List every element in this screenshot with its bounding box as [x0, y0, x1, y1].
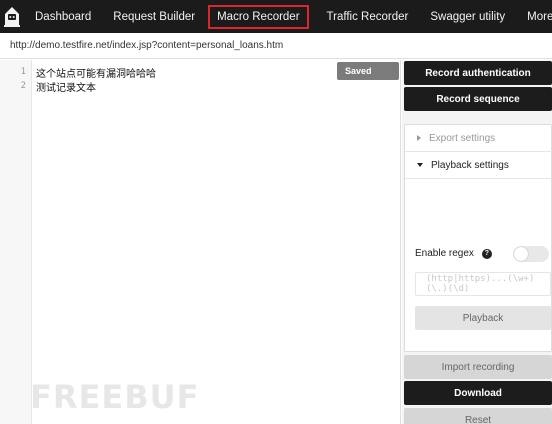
reset-button[interactable]: Reset	[404, 408, 552, 424]
top-nav: Dashboard Request Builder Macro Recorder…	[0, 0, 552, 33]
macro-editor[interactable]: 1 2 这个站点可能有漏洞哈哈哈 测试记录文本 Saved	[0, 60, 401, 424]
nav-traffic-recorder[interactable]: Traffic Recorder	[316, 0, 420, 33]
settings-card: Export settings Playback settings Enable…	[404, 124, 552, 352]
import-recording-button[interactable]: Import recording	[404, 355, 552, 379]
help-icon[interactable]: ?	[481, 248, 492, 259]
line-number: 2	[20, 81, 26, 91]
record-sequence-button[interactable]: Record sequence	[404, 87, 552, 111]
enable-regex-row: Enable regex ?	[415, 248, 492, 259]
enable-regex-toggle[interactable]	[513, 246, 549, 262]
toggle-knob	[514, 247, 528, 261]
nav-macro-recorder[interactable]: Macro Recorder	[208, 0, 309, 33]
url-text: http://demo.testfire.net/index.jsp?conte…	[10, 40, 284, 51]
record-authentication-button[interactable]: Record authentication	[404, 61, 552, 85]
playback-button[interactable]: Playback	[415, 306, 551, 330]
nav-macro-recorder-label: Macro Recorder	[208, 4, 309, 29]
regex-input[interactable]: (http|https)...(\w+)(\.)(\d)	[415, 272, 551, 296]
download-button[interactable]: Download	[404, 381, 552, 405]
nav-dashboard[interactable]: Dashboard	[24, 0, 102, 33]
line-number: 1	[20, 67, 26, 77]
playback-settings-toggle[interactable]: Playback settings	[405, 152, 552, 179]
playback-settings-label: Playback settings	[431, 159, 509, 171]
export-settings-label: Export settings	[429, 132, 496, 144]
enable-regex-label: Enable regex	[415, 248, 474, 259]
code-line[interactable]: 测试记录文本	[36, 79, 96, 94]
regex-placeholder: (http|https)...(\w+)(\.)(\d)	[426, 274, 535, 294]
hooded-figure-logo-icon	[4, 6, 20, 27]
side-panel: Record authentication Record sequence Ex…	[402, 60, 552, 424]
nav-more-menu[interactable]: More	[516, 0, 552, 33]
watermark: FREEBUF	[30, 378, 200, 416]
nav-more-label: More	[527, 10, 552, 23]
chevron-down-icon	[417, 163, 423, 167]
app-logo[interactable]	[0, 0, 24, 33]
nav-request-builder[interactable]: Request Builder	[102, 0, 206, 33]
url-input[interactable]: http://demo.testfire.net/index.jsp?conte…	[0, 33, 552, 59]
code-line[interactable]: 这个站点可能有漏洞哈哈哈	[36, 65, 156, 80]
nav-swagger-utility[interactable]: Swagger utility	[419, 0, 516, 33]
saved-status-badge: Saved	[337, 62, 399, 80]
export-settings-toggle[interactable]: Export settings	[405, 125, 552, 152]
chevron-right-icon	[417, 135, 421, 141]
line-gutter: 1 2	[0, 60, 32, 424]
